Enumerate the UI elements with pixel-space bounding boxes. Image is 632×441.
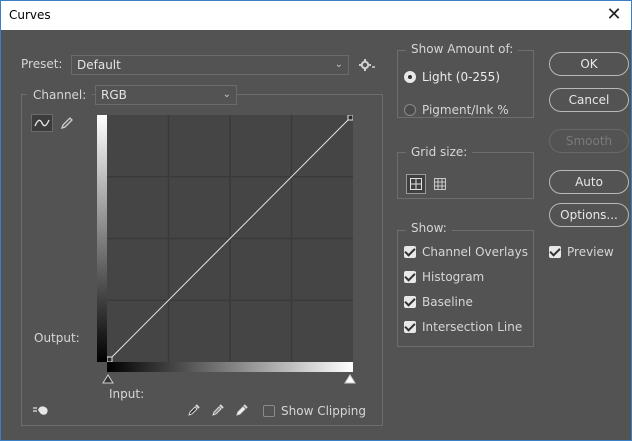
pigment-ink-radio[interactable] [404,104,416,116]
preset-select[interactable]: Default ⌄ [71,55,349,75]
title-bar: Curves ✕ [0,0,632,30]
black-eyedropper-icon[interactable] [184,402,204,418]
preset-options-gear-icon[interactable] [358,57,376,73]
auto-button[interactable]: Auto [549,170,629,194]
curve-point-tool-icon[interactable] [31,114,53,132]
channel-overlays-checkbox[interactable] [404,246,416,258]
smooth-button[interactable]: Smooth [549,129,629,153]
gray-eyedropper-icon[interactable] [208,402,228,418]
histogram-checkbox[interactable] [404,271,416,283]
simple-grid-icon[interactable] [406,174,426,194]
close-icon[interactable]: ✕ [603,4,625,26]
output-label: Output: [34,331,80,345]
curve-graph[interactable] [107,115,353,362]
show-amount-title: Show Amount of: [406,42,519,56]
channel-value: RGB [101,88,127,102]
output-gradient-bar [97,115,107,362]
preview-checkbox[interactable] [549,246,561,258]
channel-overlays-label: Channel Overlays [422,245,528,259]
grid-size-title: Grid size: [406,145,473,159]
channel-select[interactable]: RGB ⌄ [95,85,237,105]
curves-dialog: Preset: Default ⌄ Channel: RGB ⌄ Output:… [0,30,632,441]
intersection-line-checkbox[interactable] [404,321,416,333]
input-label: Input: [109,387,145,401]
white-eyedropper-icon[interactable] [232,402,252,418]
input-gradient-bar [107,362,353,372]
cancel-button[interactable]: Cancel [549,88,629,112]
pigment-ink-radio-label: Pigment/Ink % [422,103,509,117]
intersection-line-label: Intersection Line [422,320,523,334]
curve-point-white[interactable] [347,115,353,121]
black-point-slider-icon[interactable] [102,374,114,384]
show-title: Show: [406,221,452,235]
baseline-label: Baseline [422,295,473,309]
options-button[interactable]: Options... [549,203,629,227]
histogram-label: Histogram [422,270,485,284]
chevron-down-icon: ⌄ [222,89,231,100]
baseline-checkbox[interactable] [404,296,416,308]
show-clipping-checkbox[interactable] [263,405,275,417]
window-title: Curves [9,8,51,22]
preset-label: Preset: [21,57,63,71]
pencil-tool-icon[interactable] [57,114,77,132]
channel-label: Channel: [27,88,93,102]
chevron-down-icon: ⌄ [334,59,343,70]
show-clipping-label: Show Clipping [281,404,367,418]
white-point-slider-icon[interactable] [344,374,356,384]
preview-label: Preview [567,245,614,259]
ok-button[interactable]: OK [549,52,629,76]
preset-value: Default [77,58,121,72]
targeted-adjustment-tool-icon[interactable] [31,401,53,419]
light-radio-label: Light (0-255) [422,70,500,84]
detailed-grid-icon[interactable] [430,174,450,194]
light-radio[interactable] [404,71,416,83]
